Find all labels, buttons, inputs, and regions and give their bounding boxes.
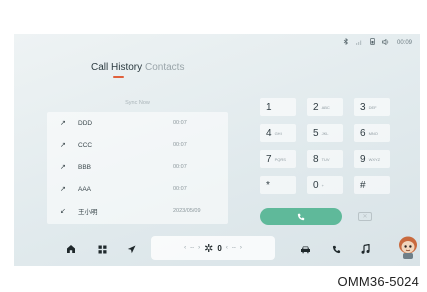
right-temp-increase[interactable]: › bbox=[240, 245, 242, 251]
call-time: 00:07 bbox=[173, 142, 187, 148]
key-2[interactable]: 2 ABC bbox=[307, 98, 343, 116]
call-time: 00:07 bbox=[173, 186, 187, 192]
sync-now-button[interactable]: Sync Now bbox=[47, 100, 228, 106]
call-row[interactable]: ↗ DDD 00:07 bbox=[47, 112, 228, 134]
left-temp-decrease[interactable]: ‹ bbox=[184, 245, 186, 251]
key-3[interactable]: 3 DEF bbox=[354, 98, 390, 116]
outgoing-call-icon: ↗ bbox=[60, 120, 66, 127]
key-star[interactable]: * bbox=[260, 176, 296, 194]
incoming-call-icon: ↙ bbox=[60, 208, 66, 215]
apps-icon[interactable] bbox=[95, 242, 109, 256]
phone-call-icon bbox=[297, 208, 305, 226]
call-row[interactable]: ↗ BBB 00:07 bbox=[47, 156, 228, 178]
signal-icon bbox=[355, 39, 363, 47]
voice-assistant-avatar-icon[interactable] bbox=[397, 234, 419, 260]
call-history-list: ↗ DDD 00:07 ↗ CCC 00:07 ↗ BBB 00:07 ↗ AA… bbox=[47, 112, 228, 224]
navigation-icon[interactable] bbox=[124, 242, 138, 256]
outgoing-call-icon: ↗ bbox=[60, 142, 66, 149]
phone-status-icon bbox=[370, 38, 375, 47]
car-icon[interactable] bbox=[298, 242, 312, 256]
call-row[interactable]: ↗ CCC 00:07 bbox=[47, 134, 228, 156]
phone-icon[interactable] bbox=[329, 242, 343, 256]
home-icon[interactable] bbox=[64, 242, 78, 256]
left-temp-increase[interactable]: › bbox=[198, 245, 200, 251]
key-8[interactable]: 8 TUV bbox=[307, 150, 343, 168]
right-temp: -- bbox=[231, 245, 236, 251]
dial-call-button[interactable] bbox=[260, 208, 342, 225]
key-0[interactable]: 0 + bbox=[307, 176, 343, 194]
left-temp: -- bbox=[190, 245, 195, 251]
call-time: 2023/05/09 bbox=[173, 208, 201, 214]
call-time: 00:07 bbox=[173, 120, 187, 126]
call-row[interactable]: ↙ 王小明 2023/05/09 bbox=[47, 200, 228, 222]
outgoing-call-icon: ↗ bbox=[60, 164, 66, 171]
key-4[interactable]: 4 GHI bbox=[260, 124, 296, 142]
tab-call-history[interactable]: Call History bbox=[91, 62, 142, 73]
key-5[interactable]: 5 JKL bbox=[307, 124, 343, 142]
key-6[interactable]: 6 MNO bbox=[354, 124, 390, 142]
call-row[interactable]: ↗ AAA 00:07 bbox=[47, 178, 228, 200]
key-1[interactable]: 1 bbox=[260, 98, 296, 116]
right-temp-decrease[interactable]: ‹ bbox=[226, 245, 228, 251]
key-hash[interactable]: # bbox=[354, 176, 390, 194]
fan-icon[interactable]: ✲ bbox=[204, 242, 213, 255]
backspace-icon: ✕ bbox=[362, 214, 368, 220]
outgoing-call-icon: ↗ bbox=[60, 186, 66, 193]
call-time: 00:07 bbox=[173, 164, 187, 170]
fan-level: 0 bbox=[217, 243, 222, 253]
key-9[interactable]: 9 WXYZ bbox=[354, 150, 390, 168]
key-7[interactable]: 7 PQRS bbox=[260, 150, 296, 168]
backspace-button[interactable]: ✕ bbox=[358, 212, 372, 221]
climate-control: ‹ -- › ✲ 0 ‹ -- › bbox=[151, 236, 275, 260]
call-contact-name: 王小明 bbox=[78, 209, 98, 216]
status-time: 00:09 bbox=[396, 39, 412, 46]
infotainment-screen: 00:09 Call History Contacts Sync Now ↗ D… bbox=[14, 34, 420, 266]
call-contact-name: AAA bbox=[78, 185, 92, 193]
active-tab-indicator bbox=[113, 76, 124, 78]
call-contact-name: BBB bbox=[78, 163, 92, 171]
status-bar: 00:09 bbox=[343, 37, 412, 47]
tab-contacts[interactable]: Contacts bbox=[145, 62, 184, 73]
figure-code: OMM36-5024 bbox=[337, 274, 419, 289]
volume-icon bbox=[382, 38, 390, 47]
bottom-dock: ‹ -- › ✲ 0 ‹ -- › bbox=[14, 232, 420, 266]
bluetooth-icon bbox=[343, 37, 349, 47]
call-contact-name: CCC bbox=[78, 141, 93, 149]
music-icon[interactable] bbox=[358, 242, 372, 256]
call-contact-name: DDD bbox=[78, 119, 93, 127]
